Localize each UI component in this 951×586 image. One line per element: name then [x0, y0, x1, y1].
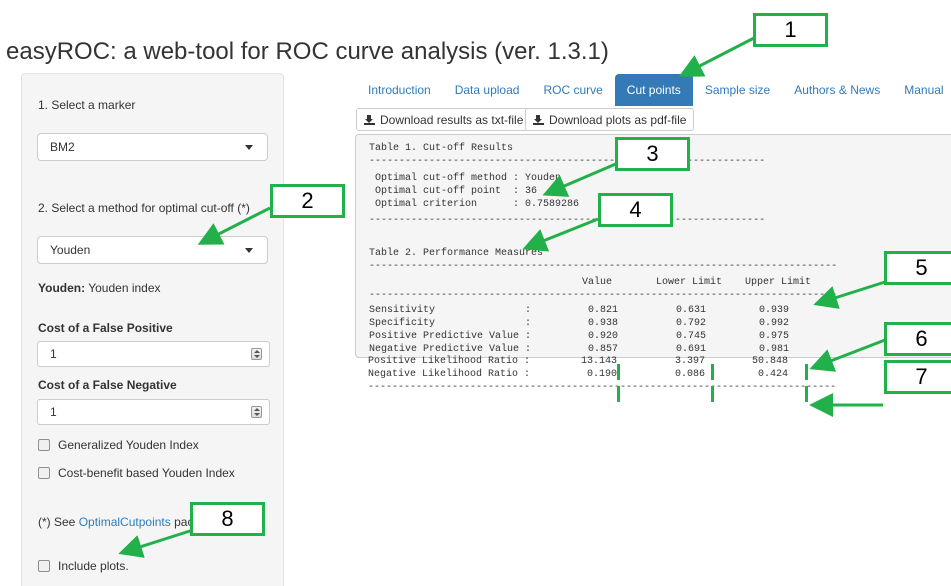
arrow-4 [522, 217, 599, 252]
column-marker-bar [805, 364, 808, 380]
column-marker-bar [711, 386, 714, 402]
annotation-callout-2: 2 [270, 184, 345, 218]
annotation-callout-4: 4 [598, 193, 673, 227]
arrow-2 [197, 206, 271, 245]
column-marker-bar [711, 364, 714, 380]
annotation-arrows [118, 36, 886, 558]
annotation-callout-3: 3 [615, 137, 690, 171]
annotation-callout-6: 6 [884, 322, 951, 356]
arrow-5 [813, 280, 886, 309]
column-marker-bar [805, 386, 808, 402]
annotation-callout-8: 8 [190, 502, 265, 536]
arrow-3 [542, 161, 619, 197]
arrow-8 [118, 528, 194, 558]
column-marker-bar [617, 364, 620, 380]
column-marker-bar [617, 386, 620, 402]
annotation-callout-1: 1 [753, 13, 828, 47]
arrow-1 [678, 36, 755, 77]
annotation-callout-5: 5 [884, 251, 951, 285]
annotation-callout-7: 7 [884, 360, 951, 394]
arrow-6 [809, 338, 886, 372]
